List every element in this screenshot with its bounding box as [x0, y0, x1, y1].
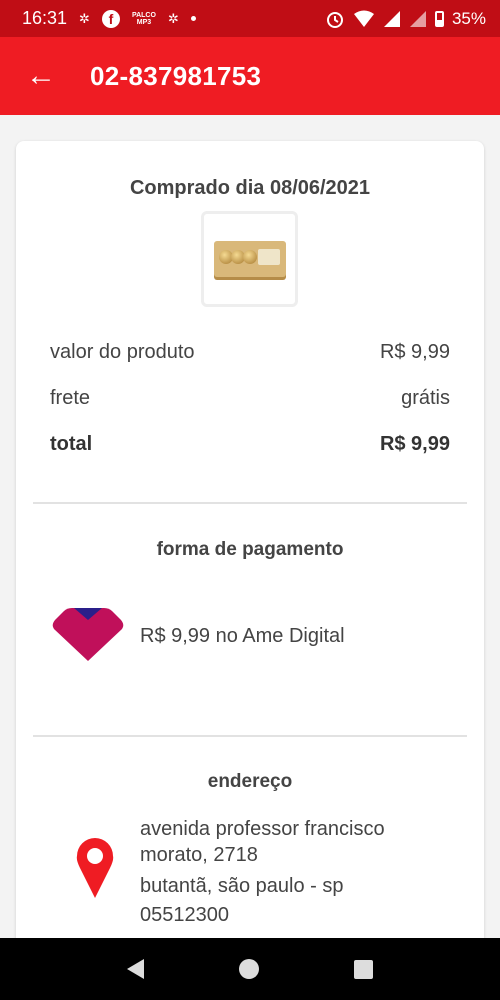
purchase-date: Comprado dia 08/06/2021 [129, 177, 371, 199]
nav-back-icon[interactable] [127, 959, 145, 979]
app-bar: ← 02-837981753 [0, 37, 500, 115]
product-value-row: valor do produto R$ 9,99 [50, 341, 450, 364]
status-time: 16:31 [22, 8, 68, 28]
address-line-3: butantã, são paulo - sp [140, 875, 344, 897]
ame-digital-logo [52, 608, 124, 661]
wifi-icon [353, 10, 374, 27]
product-value-label: valor do produto [50, 341, 195, 363]
address-line-4: 05512300 [140, 904, 229, 926]
payment-title: forma de pagamento [156, 539, 344, 560]
battery-percent: 35% [451, 8, 486, 28]
system-nav-bar [0, 938, 500, 1000]
location-pin-icon [76, 838, 114, 898]
address-line-1: avenida professor francisco [140, 818, 385, 840]
nav-home-icon[interactable] [238, 959, 259, 979]
status-right: 35% [325, 9, 486, 29]
address-line-2: morato, 2718 [140, 844, 258, 866]
product-value: R$ 9,99 [379, 341, 450, 363]
palco-mp3-icon: PALCO MP3 [132, 12, 156, 26]
dot-icon [190, 16, 196, 21]
page-title: 02-837981753 [90, 60, 262, 91]
total-label: total [50, 433, 93, 455]
shipping-row: frete grátis [50, 387, 450, 410]
divider [33, 502, 467, 504]
product-image[interactable] [201, 211, 298, 307]
signal-icon [409, 10, 426, 27]
shipping-value: grátis [401, 387, 450, 409]
alarm-icon [326, 11, 343, 28]
shipping-label: frete [50, 387, 91, 409]
total-value: R$ 9,99 [379, 433, 450, 455]
back-arrow-icon[interactable]: ← [26, 61, 56, 91]
palco-label-bottom: MP3 [136, 18, 152, 26]
address-title: endereço [207, 771, 293, 792]
palco-label-top: PALCO [131, 11, 156, 19]
payment-text: R$ 9,99 no Ame Digital [140, 625, 345, 647]
settings-icon: ✲ [167, 11, 179, 26]
facebook-icon: f [101, 9, 120, 28]
order-card: Comprado dia 08/06/2021 valor do produto… [16, 141, 484, 961]
product-box-image [213, 241, 286, 277]
status-bar: 16:31 ✲ f PALCO MP3 ✲ 35% [0, 0, 500, 37]
battery-icon [434, 10, 444, 27]
status-left: 16:31 ✲ f PALCO MP3 ✲ [22, 8, 196, 29]
settings-icon: ✲ [79, 11, 90, 26]
divider [33, 735, 467, 737]
total-row: total R$ 9,99 [50, 433, 450, 456]
signal-icon [383, 10, 400, 27]
nav-recents-icon[interactable] [353, 959, 373, 979]
